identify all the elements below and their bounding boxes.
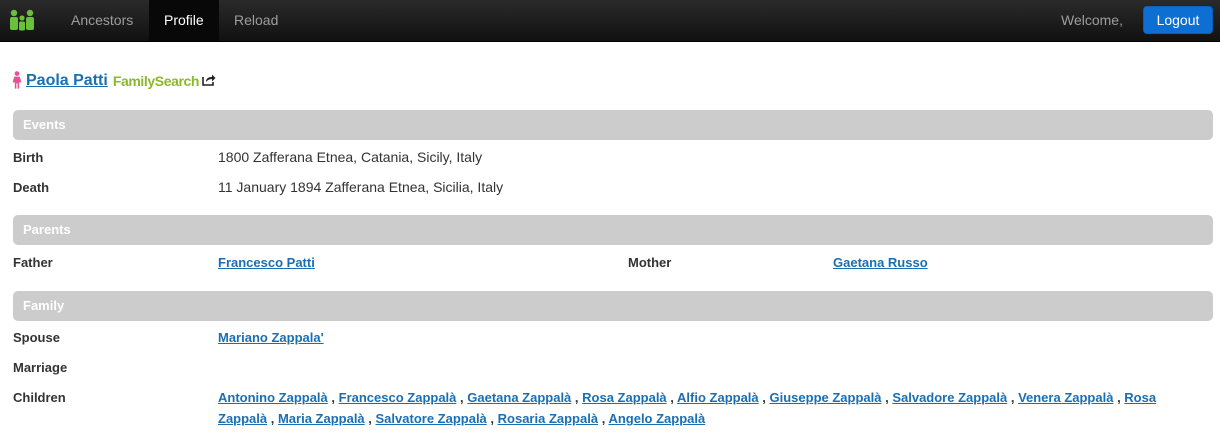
- child-link[interactable]: Maria Zappalà: [278, 411, 365, 426]
- external-link-icon[interactable]: [202, 73, 216, 89]
- child-link[interactable]: Alfio Zappalà: [677, 390, 759, 405]
- father-label: Father: [13, 255, 53, 270]
- child-separator: ,: [267, 411, 278, 426]
- person-name-link[interactable]: Paola Patti: [26, 72, 108, 90]
- child-separator: ,: [598, 411, 609, 426]
- top-navbar: Ancestors Profile Reload Welcome, Logout: [0, 0, 1220, 42]
- child-link[interactable]: Salvadore Zappalà: [892, 390, 1007, 405]
- child-separator: ,: [364, 411, 376, 426]
- female-person-icon: [12, 70, 22, 92]
- spouse-link[interactable]: Mariano Zappala': [218, 330, 324, 345]
- family-logo-icon[interactable]: [8, 8, 36, 32]
- children-list: Antonino Zappalà , Francesco Zappalà , G…: [218, 387, 1178, 429]
- familysearch-link[interactable]: FamilySearch: [113, 73, 200, 89]
- child-link[interactable]: Angelo Zappalà: [608, 411, 705, 426]
- mother-label: Mother: [628, 255, 672, 270]
- section-family: Family: [13, 291, 1213, 321]
- section-events: Events: [13, 110, 1213, 140]
- child-link[interactable]: Rosaria Zappalà: [498, 411, 598, 426]
- child-separator: ,: [571, 390, 583, 405]
- father-link[interactable]: Francesco Patti: [218, 255, 315, 270]
- child-link[interactable]: Gaetana Zappalà: [467, 390, 571, 405]
- child-separator: ,: [1007, 390, 1019, 405]
- nav-profile[interactable]: Profile: [149, 0, 219, 41]
- child-link[interactable]: Venera Zappalà: [1018, 390, 1113, 405]
- person-header: Paola Patti FamilySearch: [12, 70, 216, 92]
- child-link[interactable]: Giuseppe Zappalà: [770, 390, 882, 405]
- child-separator: ,: [1113, 390, 1125, 405]
- nav-reload[interactable]: Reload: [219, 0, 293, 41]
- mother-link[interactable]: Gaetana Russo: [833, 255, 928, 270]
- child-separator: ,: [327, 390, 339, 405]
- child-separator: ,: [666, 390, 678, 405]
- child-separator: ,: [456, 390, 468, 405]
- nav-ancestors[interactable]: Ancestors: [56, 0, 148, 41]
- birth-value: 1800 Zafferana Etnea, Catania, Sicily, I…: [218, 149, 483, 165]
- child-link[interactable]: Rosa Zappalà: [582, 390, 667, 405]
- death-value: 11 January 1894 Zafferana Etnea, Sicilia…: [218, 179, 504, 195]
- child-separator: ,: [758, 390, 770, 405]
- logout-button[interactable]: Logout: [1143, 6, 1213, 34]
- child-link[interactable]: Francesco Zappalà: [339, 390, 457, 405]
- welcome-text: Welcome,: [1061, 12, 1123, 28]
- children-label: Children: [13, 390, 66, 405]
- child-link[interactable]: Antonino Zappalà: [218, 390, 328, 405]
- section-parents: Parents: [13, 215, 1213, 245]
- child-separator: ,: [486, 411, 498, 426]
- child-separator: ,: [881, 390, 893, 405]
- marriage-label: Marriage: [13, 360, 68, 375]
- death-label: Death: [13, 180, 50, 195]
- birth-label: Birth: [13, 150, 44, 165]
- child-link[interactable]: Salvatore Zappalà: [376, 411, 487, 426]
- spouse-label: Spouse: [13, 330, 60, 345]
